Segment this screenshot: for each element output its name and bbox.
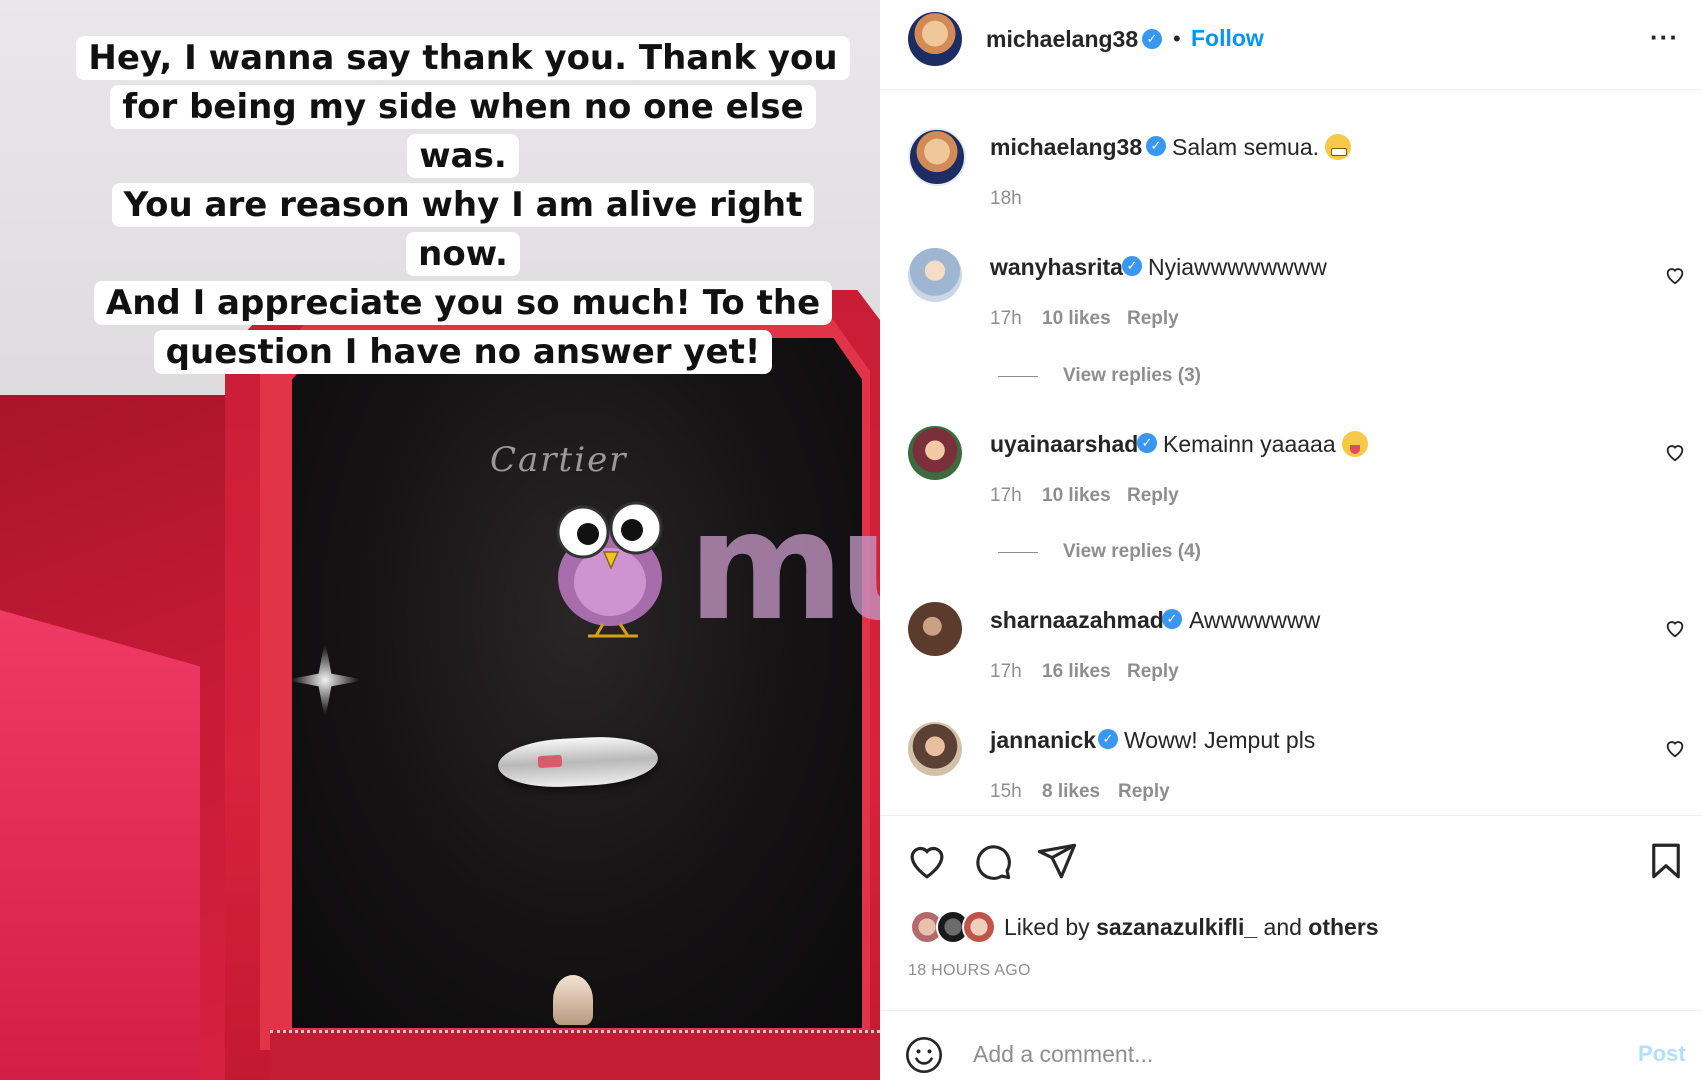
- reply-label[interactable]: Reply: [1127, 661, 1179, 682]
- liked-by-text: Liked by sazanazulkifli_ and others: [1004, 914, 1379, 941]
- divider: [880, 1010, 1702, 1011]
- comment-username[interactable]: jannanick: [990, 727, 1096, 754]
- reply-label[interactable]: Reply: [1118, 781, 1170, 802]
- like-comment-heart-icon[interactable]: [1664, 617, 1686, 639]
- post-sidebar: michaelang38 ✓ • Follow ··· michaelang38…: [880, 0, 1702, 1080]
- heart-icon[interactable]: [906, 840, 948, 882]
- verified-badge-icon: ✓: [1098, 729, 1118, 749]
- story-line: And I appreciate you so much! To the: [93, 281, 833, 325]
- liked-by-and: and: [1263, 914, 1302, 940]
- like-comment-heart-icon[interactable]: [1664, 441, 1686, 463]
- comment-text: Nyiawwwwwwww: [1148, 254, 1327, 280]
- liked-by-avatars[interactable]: [910, 910, 1000, 944]
- avatar[interactable]: [908, 128, 966, 186]
- caption-username[interactable]: michaelang38: [990, 134, 1142, 161]
- ring-box-trim: [270, 1030, 880, 1080]
- avatar[interactable]: [908, 602, 962, 656]
- follow-button[interactable]: Follow: [1191, 25, 1264, 52]
- grimacing-face-icon: [1325, 134, 1352, 160]
- liked-by-user[interactable]: sazanazulkifli_: [1096, 914, 1257, 940]
- liked-by-others[interactable]: others: [1308, 914, 1378, 940]
- tongue-face-icon: [1341, 431, 1368, 457]
- comment-time: 17h: [990, 661, 1022, 682]
- comment-likes[interactable]: 10 likes: [1042, 308, 1111, 330]
- comment-time: 17h: [990, 308, 1022, 329]
- reply-label[interactable]: Reply: [1127, 485, 1179, 506]
- red-box-lid-inner: [0, 610, 200, 1080]
- liked-by-prefix: Liked by: [1004, 914, 1090, 940]
- story-line: question I have no answer yet!: [153, 330, 773, 374]
- comment-body: Kemainn yaaaaa: [1163, 431, 1336, 457]
- view-replies-button[interactable]: View replies (4): [1063, 541, 1201, 563]
- view-replies-button[interactable]: View replies (3): [1063, 365, 1201, 387]
- reply-button[interactable]: Reply: [1127, 308, 1179, 330]
- verified-badge-icon: ✓: [1142, 29, 1162, 49]
- reply-button[interactable]: Reply: [1118, 781, 1170, 803]
- comment-likes[interactable]: 16 likes: [1042, 661, 1111, 683]
- verified-badge-icon: ✓: [1146, 136, 1166, 156]
- verified-badge-icon: ✓: [1162, 609, 1182, 629]
- share-icon[interactable]: [1036, 840, 1078, 882]
- caption-text: Salam semua.: [1172, 134, 1352, 161]
- comment-time: 17h: [990, 485, 1022, 506]
- likes-count[interactable]: 8 likes: [1042, 781, 1100, 802]
- comment-username[interactable]: uyainaarshad: [990, 431, 1138, 458]
- comment-time: 15h: [990, 781, 1022, 802]
- comment-text: Woww! Jemput pls: [1124, 727, 1316, 753]
- author-username[interactable]: michaelang38: [986, 26, 1138, 53]
- likes-count[interactable]: 16 likes: [1042, 661, 1111, 682]
- comment-username[interactable]: wanyhasrita: [990, 254, 1123, 281]
- reply-button[interactable]: Reply: [1127, 485, 1179, 507]
- story-line: for being my side when no one else was.: [110, 85, 816, 178]
- reply-button[interactable]: Reply: [1127, 661, 1179, 683]
- avatar[interactable]: [908, 426, 962, 480]
- avatar[interactable]: [908, 12, 962, 66]
- likes-count[interactable]: 10 likes: [1042, 308, 1111, 329]
- comment-text: Kemainn yaaaaa: [1163, 431, 1368, 458]
- avatar[interactable]: [908, 248, 962, 302]
- post-timestamp[interactable]: 18 HOURS AGO: [908, 962, 1031, 980]
- comment-username[interactable]: sharnaazahmad: [990, 607, 1164, 634]
- bookmark-icon[interactable]: [1645, 840, 1687, 882]
- like-comment-heart-icon[interactable]: [1664, 737, 1686, 759]
- verified-badge-icon: ✓: [1122, 256, 1142, 276]
- avatar: [962, 910, 996, 944]
- comment-icon[interactable]: [971, 840, 1013, 882]
- story-line: Hey, I wanna say thank you. Thank you: [76, 36, 850, 80]
- verified-badge-icon: ✓: [1137, 433, 1157, 453]
- comment-input[interactable]: Add a comment...: [973, 1041, 1153, 1068]
- post-image[interactable]: Cartier Hey, I wanna say thank you. Than…: [0, 0, 880, 1080]
- likes-count[interactable]: 10 likes: [1042, 485, 1111, 506]
- comment-text: Awwwwwww: [1189, 607, 1321, 633]
- separator-dot: •: [1173, 26, 1181, 51]
- brand-script: Cartier: [490, 440, 628, 480]
- like-comment-heart-icon[interactable]: [1664, 264, 1686, 286]
- post-header: michaelang38 ✓ • Follow ···: [880, 0, 1702, 90]
- reply-label[interactable]: Reply: [1127, 308, 1179, 329]
- post-button[interactable]: Post: [1638, 1041, 1686, 1067]
- emoji-picker-icon[interactable]: [904, 1035, 944, 1075]
- caption-time: 18h: [990, 188, 1022, 209]
- story-caption: Hey, I wanna say thank you. Thank you fo…: [68, 34, 858, 377]
- comment-likes[interactable]: 8 likes: [1042, 781, 1100, 803]
- replies-divider: [998, 376, 1038, 377]
- comment-likes[interactable]: 10 likes: [1042, 485, 1111, 507]
- avatar[interactable]: [908, 722, 962, 776]
- divider: [880, 815, 1702, 816]
- box-clasp: [553, 975, 593, 1025]
- story-line: You are reason why I am alive right now.: [111, 183, 815, 276]
- caption-body: Salam semua.: [1172, 134, 1320, 160]
- more-options-icon[interactable]: ···: [1650, 22, 1679, 53]
- replies-divider: [998, 552, 1038, 553]
